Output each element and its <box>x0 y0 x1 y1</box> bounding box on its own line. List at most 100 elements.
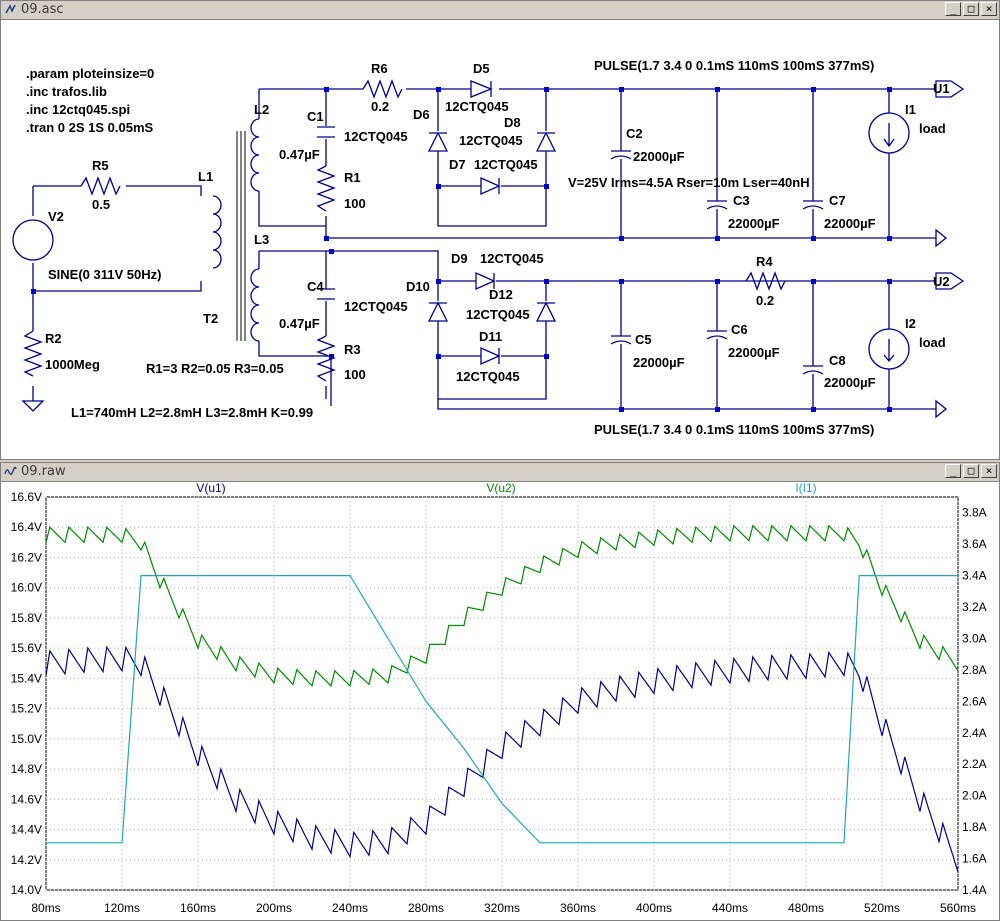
legend-label: V(u1) <box>196 482 225 495</box>
schematic-window-controls: _ □ × <box>945 2 997 16</box>
close-button[interactable]: × <box>981 2 997 16</box>
x-tick-label: 560ms <box>940 901 976 915</box>
schematic-window: 09.asc _ □ × .param ploteinsize=0 .inc t… <box>0 0 1000 460</box>
minimize-button[interactable]: _ <box>945 2 961 16</box>
label-r3-value: 100 <box>344 367 366 382</box>
x-tick-label: 120ms <box>104 901 140 915</box>
label-d10: D10 <box>406 279 430 294</box>
label-c5-value: 22000µF <box>633 355 685 370</box>
label-c1-model: 12CTQ045 <box>344 129 408 144</box>
y-left-tick-label: 16.2V <box>11 550 42 564</box>
x-tick-label: 280ms <box>408 901 444 915</box>
x-tick-label: 480ms <box>788 901 824 915</box>
label-d9: D9 <box>451 251 468 266</box>
label-c8: C8 <box>829 353 846 368</box>
label-r6-value: 0.2 <box>371 99 389 114</box>
y-right-tick-label: 3.6A <box>962 537 987 551</box>
label-r2: R2 <box>45 331 62 346</box>
y-left-tick-label: 15.4V <box>11 671 42 685</box>
directive-1: .param ploteinsize=0 <box>26 66 154 81</box>
waveform-window-title: 09.raw <box>21 464 66 479</box>
legend-label: V(u2) <box>486 482 515 495</box>
y-left-tick-label: 14.8V <box>11 762 42 776</box>
pulse-bottom-label: PULSE(1.7 3.4 0 0.1mS 110mS 100mS 377mS) <box>594 422 874 437</box>
y-left-tick-label: 16.0V <box>11 581 42 595</box>
y-left-tick-label: 16.6V <box>11 490 42 504</box>
label-c2: C2 <box>626 126 643 141</box>
ground-symbol <box>21 400 45 412</box>
x-tick-label: 240ms <box>332 901 368 915</box>
schematic-titlebar[interactable]: 09.asc _ □ × <box>1 1 999 20</box>
label-r1-value: 100 <box>344 196 366 211</box>
y-left-tick-label: 14.2V <box>11 853 42 867</box>
transformer-params-label: R1=3 R2=0.05 R3=0.05 <box>146 361 284 376</box>
y-left-tick-label: 16.4V <box>11 520 42 534</box>
label-l2: L2 <box>254 102 269 117</box>
label-c4: C4 <box>307 279 324 294</box>
y-left-tick-label: 14.6V <box>11 792 42 806</box>
label-c1: C1 <box>307 109 324 124</box>
label-d7: D7 <box>449 157 466 172</box>
label-d9-model: 12CTQ045 <box>480 251 544 266</box>
label-c3: C3 <box>733 193 750 208</box>
y-right-tick-label: 2.2A <box>962 757 987 771</box>
y-right-tick-label: 3.8A <box>962 506 987 520</box>
label-d6: D6 <box>413 107 430 122</box>
pulse-top-label: PULSE(1.7 3.4 0 0.1mS 110mS 100mS 377mS) <box>594 58 874 73</box>
y-left-tick-label: 15.6V <box>11 641 42 655</box>
label-c6: C6 <box>731 322 748 337</box>
minimize-button[interactable]: _ <box>945 464 961 478</box>
directive-2: .inc trafos.lib <box>26 84 107 99</box>
schematic-doc-icon <box>5 4 16 14</box>
y-right-tick-label: 3.0A <box>962 631 987 645</box>
label-r5-value: 0.5 <box>92 197 110 212</box>
y-right-tick-label: 1.8A <box>962 820 987 834</box>
label-c7: C7 <box>829 193 846 208</box>
y-right-tick-label: 3.2A <box>962 600 987 614</box>
x-tick-label: 200ms <box>256 901 292 915</box>
v2-symbol <box>12 219 54 261</box>
x-tick-label: 440ms <box>712 901 748 915</box>
x-tick-label: 80ms <box>31 901 60 915</box>
label-l1: L1 <box>198 169 213 184</box>
x-tick-label: 160ms <box>180 901 216 915</box>
label-d8: D8 <box>504 115 521 130</box>
restore-button[interactable]: □ <box>963 464 979 478</box>
label-d5: D5 <box>473 61 490 76</box>
label-i2-value: load <box>919 335 946 350</box>
close-button[interactable]: × <box>981 464 997 478</box>
y-left-tick-label: 15.0V <box>11 732 42 746</box>
label-d11-model: 12CTQ045 <box>456 369 520 384</box>
label-c5: C5 <box>635 332 652 347</box>
schematic-window-title: 09.asc <box>21 2 64 17</box>
y-right-tick-label: 2.8A <box>962 663 987 677</box>
x-tick-label: 320ms <box>484 901 520 915</box>
r5-symbol <box>80 176 121 196</box>
label-r2-value: 1000Meg <box>45 357 100 372</box>
label-v2: V2 <box>48 209 64 224</box>
label-d7-model: 12CTQ045 <box>474 157 538 172</box>
label-i2: I2 <box>905 316 916 331</box>
x-tick-label: 520ms <box>864 901 900 915</box>
schematic-canvas[interactable]: .param ploteinsize=0 .inc trafos.lib .in… <box>1 20 999 460</box>
restore-button[interactable]: □ <box>963 2 979 16</box>
waveform-titlebar[interactable]: 09.raw _ □ × <box>1 463 999 482</box>
waveform-plot[interactable]: 14.0V 14.2V 14.4V 14.6V 14.8V 15.0V 15.2V 15.4V… <box>1 482 999 920</box>
label-l3: L3 <box>254 232 269 247</box>
waveform-window: 09.raw _ □ × 14.0V 14.2V 14.4V 14.6V 14.8V 15… <box>0 462 1000 921</box>
label-u2: U2 <box>933 274 950 289</box>
label-r6: R6 <box>371 61 388 76</box>
y-left-tick-label: 15.2V <box>11 702 42 716</box>
label-r4: R4 <box>756 254 773 269</box>
y-left-tick-label: 14.0V <box>11 883 42 897</box>
label-c2-value: 22000µF <box>633 149 685 164</box>
label-d8-model: 12CTQ045 <box>459 133 523 148</box>
label-c4-model: 12CTQ045 <box>344 299 408 314</box>
waveform-window-controls: _ □ × <box>945 464 997 478</box>
label-d11: D11 <box>479 329 502 344</box>
directive-4: .tran 0 2S 1S 0.05mS <box>26 120 154 135</box>
label-c7-value: 22000µF <box>824 216 876 231</box>
y-right-tick-label: 2.4A <box>962 726 987 740</box>
l1-coil <box>212 195 222 269</box>
label-d12: D12 <box>489 287 513 302</box>
